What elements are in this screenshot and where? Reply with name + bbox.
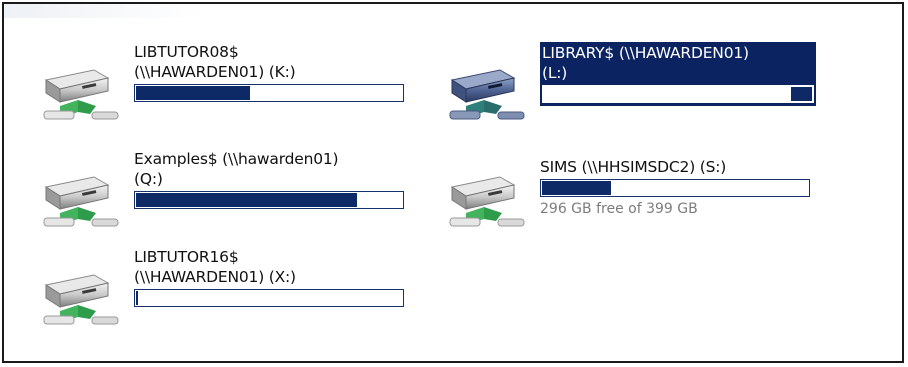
- drive-label: SIMS (\\HHSIMSDC2) (S:): [540, 157, 825, 177]
- network-drive-icon: [38, 42, 134, 138]
- drive-item-q[interactable]: Examples$ (\\hawarden01) (Q:): [38, 149, 418, 249]
- drive-name-line: LIBTUTOR08$: [134, 43, 239, 61]
- usage-bar-fill: [542, 181, 611, 195]
- network-drive-icon: [444, 149, 540, 245]
- usage-bar: [134, 289, 404, 307]
- usage-bar: [134, 84, 404, 102]
- usage-bar: [540, 179, 810, 197]
- drive-name-line: LIBTUTOR16$: [134, 248, 239, 266]
- drive-item-x[interactable]: LIBTUTOR16$ (\\HAWARDEN01) (X:): [38, 247, 418, 347]
- drive-item-l[interactable]: LIBRARY$ (\\HAWARDEN01) (L:): [444, 42, 824, 142]
- usage-bar-fill: [136, 86, 250, 100]
- drive-label: Examples$ (\\hawarden01) (Q:): [134, 149, 419, 189]
- drive-label: LIBRARY$ (\\HAWARDEN01) (L:): [542, 43, 814, 83]
- network-drive-icon: [38, 149, 134, 245]
- drive-path-line: (Q:): [134, 170, 163, 188]
- drive-name-line: Examples$ (\\hawarden01): [134, 150, 339, 168]
- usage-bar-fill: [136, 291, 138, 305]
- drive-label: LIBTUTOR16$ (\\HAWARDEN01) (X:): [134, 247, 419, 287]
- drive-item-s[interactable]: SIMS (\\HHSIMSDC2) (S:) 296 GB free of 3…: [444, 149, 824, 249]
- header-strip: [4, 4, 204, 18]
- drive-name-line: LIBRARY$ (\\HAWARDEN01): [542, 44, 749, 62]
- network-drive-icon: [38, 247, 134, 343]
- selection-highlight: LIBRARY$ (\\HAWARDEN01) (L:): [540, 42, 816, 106]
- free-space-text: 296 GB free of 399 GB: [540, 201, 698, 217]
- drives-panel: LIBTUTOR08$ (\\HAWARDEN01) (K:) LIBRARY$…: [2, 2, 904, 363]
- drive-item-k[interactable]: LIBTUTOR08$ (\\HAWARDEN01) (K:): [38, 42, 418, 142]
- network-drive-icon: [444, 42, 540, 138]
- drive-label: LIBTUTOR08$ (\\HAWARDEN01) (K:): [134, 42, 419, 82]
- drive-path-line: (\\HAWARDEN01) (X:): [134, 268, 296, 286]
- drive-name-line: SIMS (\\HHSIMSDC2) (S:): [540, 158, 727, 176]
- usage-bar: [542, 85, 814, 103]
- usage-bar-fill: [791, 87, 812, 101]
- usage-bar: [134, 191, 404, 209]
- drive-path-line: (L:): [542, 64, 568, 82]
- usage-bar-fill: [136, 193, 357, 207]
- drive-path-line: (\\HAWARDEN01) (K:): [134, 63, 296, 81]
